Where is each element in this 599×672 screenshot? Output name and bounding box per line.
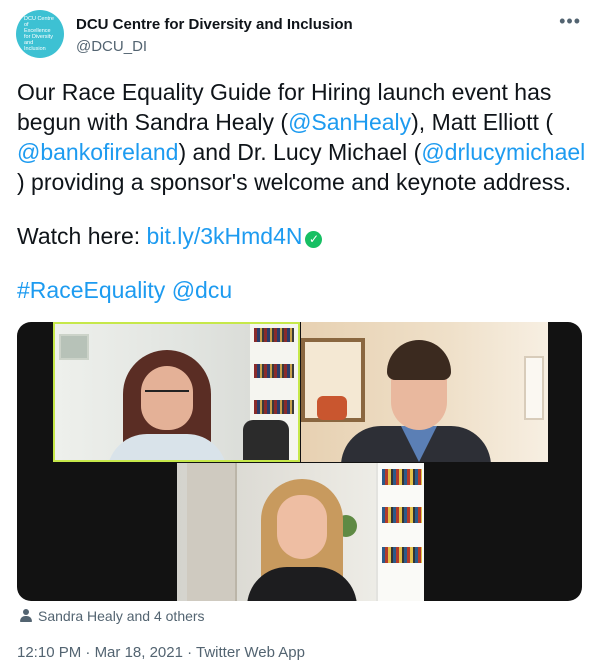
tweet-text: Our Race Equality Guide for Hiring launc… — [17, 77, 587, 305]
tweet-line-1-text: Our Race Equality Guide for Hiring launc… — [17, 79, 552, 105]
avatar-logo-text: DCU Centre of Excellence for Diversity a… — [24, 16, 54, 52]
mention-dcu[interactable]: @dcu — [172, 277, 232, 303]
tweet-line-2-post: ), Matt Elliott ( — [411, 109, 553, 135]
mention-drlucymichael[interactable]: @drlucymichael — [421, 139, 585, 165]
tweet-source[interactable]: Twitter Web App — [196, 644, 305, 661]
participant-tile-1 — [53, 322, 300, 462]
participant-face — [277, 495, 327, 559]
person-icon — [20, 609, 32, 623]
mention-bankofireland[interactable]: @bankofireland — [17, 139, 178, 165]
tweet-line-4-text: ) providing a sponsor's welcome and keyn… — [17, 169, 572, 195]
hashtag-raceequality[interactable]: #RaceEquality — [17, 277, 165, 303]
video-call-image[interactable] — [17, 322, 582, 601]
bookshelf — [376, 463, 424, 601]
meta-separator: · — [81, 644, 95, 661]
account-name[interactable]: DCU Centre for Diversity and Inclusion — [76, 16, 353, 33]
avatar[interactable]: DCU Centre of Excellence for Diversity a… — [16, 10, 64, 58]
tweet-watch-line: Watch here: bit.ly/3kHmd4N ✓ — [17, 221, 587, 251]
office-chair — [243, 420, 289, 460]
tweet-line-3: @bankofireland) and Dr. Lucy Michael (@d… — [17, 137, 587, 167]
wall-picture — [59, 334, 89, 360]
watch-link[interactable]: bit.ly/3kHmd4N — [147, 223, 303, 249]
more-options-icon[interactable]: ••• — [559, 12, 581, 30]
watch-label: Watch here: — [17, 223, 147, 249]
tweet-line-4: ) providing a sponsor's welcome and keyn… — [17, 167, 587, 197]
account-handle[interactable]: @DCU_DI — [76, 38, 147, 55]
tweet-line-2-pre: begun with Sandra Healy ( — [17, 109, 289, 135]
tagged-people[interactable]: Sandra Healy and 4 others — [20, 608, 205, 624]
tweet-line-2: begun with Sandra Healy (@SanHealy), Mat… — [17, 107, 587, 137]
participant-tile-3 — [177, 463, 424, 601]
check-icon: ✓ — [305, 231, 323, 248]
door — [187, 463, 237, 601]
mention-sanhealy[interactable]: @SanHealy — [288, 109, 411, 135]
meta-separator: · — [182, 644, 197, 661]
tweet-tags-line: #RaceEquality @dcu — [17, 275, 587, 305]
participant-tile-2 — [301, 322, 548, 462]
tweet-time[interactable]: 12:10 PM — [17, 644, 81, 661]
tweet-line-3-mid: ) and Dr. Lucy Michael ( — [178, 139, 422, 165]
tweet-line-1: Our Race Equality Guide for Hiring launc… — [17, 77, 587, 107]
tweet-meta: 12:10 PM · Mar 18, 2021 · Twitter Web Ap… — [17, 644, 305, 661]
window — [524, 356, 544, 420]
tagged-text: Sandra Healy and 4 others — [38, 608, 205, 624]
tweet-date[interactable]: Mar 18, 2021 — [95, 644, 183, 661]
